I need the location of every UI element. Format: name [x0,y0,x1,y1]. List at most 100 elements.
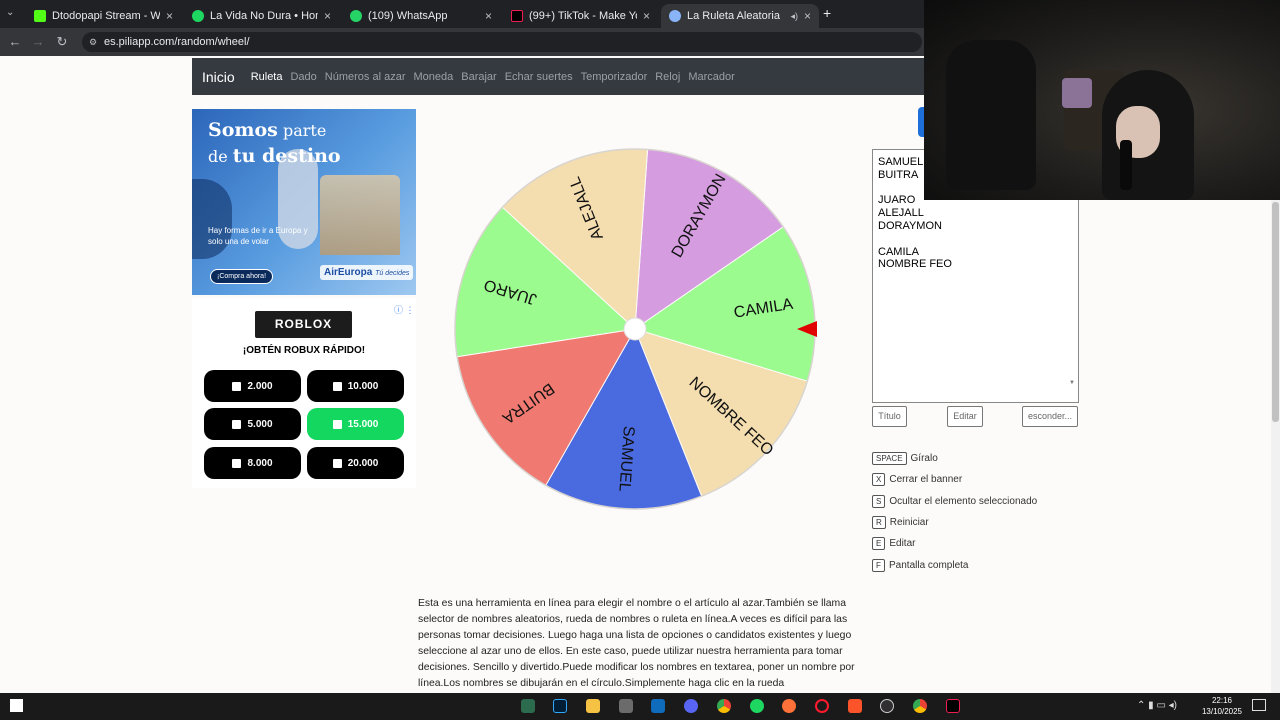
windows-taskbar: ⌃ ▮ ▭ ◂) 22:16 13/10/2025 [0,693,1280,720]
name-line: DORAYMON [878,219,942,232]
close-tab-icon[interactable]: × [804,9,811,23]
name-line: ALEJALL [878,207,924,220]
tiktok-icon [511,10,523,22]
speaker-icon[interactable]: ◂) [790,11,798,22]
tab-tiktok[interactable]: (99+) TikTok - Make Your Day × [503,4,658,28]
new-tab-icon[interactable]: + [823,5,831,21]
roblox-ad[interactable]: ⓘ ⋮ ROBLOX ¡OBTÉN ROBUX RÁPIDO! 2.000 10… [192,298,416,488]
tab-title: (109) WhatsApp [368,10,448,22]
url-bar[interactable]: ⚙ es.piliapp.com/random/wheel/ [82,32,922,52]
tiktok-app-icon[interactable] [946,699,960,713]
piliapp-icon [669,10,681,22]
shortcut-hide-selected: S Ocultar el elemento seleccionado [872,495,1037,508]
tab-spotify[interactable]: La Vida No Dura • Homie I, Dol × [184,4,339,28]
brave-app-icon[interactable] [848,699,862,713]
webcam-overlay [924,0,1280,200]
spotify-app-icon[interactable] [750,699,764,713]
robux-option-button[interactable]: 20.000 [307,447,404,479]
firefox-app-icon[interactable] [782,699,796,713]
robux-option-button[interactable]: 2.000 [204,370,301,402]
robux-icon [232,458,242,468]
nav-barajar[interactable]: Barajar [461,71,496,83]
robux-option-button[interactable]: 10.000 [307,370,404,402]
airline-ad[interactable]: Somos parte de tu destino Hay formas de … [192,109,416,295]
file-explorer-icon[interactable] [586,699,600,713]
tray-icons[interactable]: ⌃ ▮ ▭ ◂) [1137,700,1177,711]
calculator-app-icon[interactable] [619,699,633,713]
tab-list-icon[interactable]: ⌄ [6,7,14,18]
robux-icon [232,381,242,391]
back-icon[interactable]: ← [7,34,23,49]
page-scrollbar-thumb[interactable] [1272,202,1279,422]
robux-option-button[interactable]: 5.000 [204,408,301,440]
taskbar-clock[interactable]: 22:16 13/10/2025 [1200,695,1244,717]
tab-title: La Vida No Dura • Homie I, Dol [210,10,318,22]
ad-info-icon[interactable]: ⓘ ⋮ [394,303,415,316]
tab-ruleta[interactable]: La Ruleta Aleatoria ◂) × [661,4,819,28]
shortcut-label: Cerrar el banner [889,474,963,485]
nav-dado[interactable]: Dado [290,71,316,83]
tab-whatsapp[interactable]: (109) WhatsApp × [342,4,500,28]
robux-option-button[interactable]: 15.000 [307,408,404,440]
edit-button[interactable]: Editar [947,406,983,427]
reload-icon[interactable]: ↻ [54,34,70,50]
nav-moneda[interactable]: Moneda [413,71,453,83]
shortcut-fullscreen: F Pantalla completa [872,559,969,572]
hide-button[interactable]: esconder... [1022,406,1078,427]
whatsapp-icon [350,10,362,22]
nav-temporizador[interactable]: Temporizador [581,71,648,83]
shortcut-key: R [872,516,886,529]
home-link[interactable]: Inicio [202,69,235,85]
close-tab-icon[interactable]: × [485,9,492,23]
clock-time: 22:16 [1211,696,1233,705]
nav-ruleta[interactable]: Ruleta [251,71,283,83]
tab-kick[interactable]: Dtodopapi Stream - Watch Live × [26,4,181,28]
shortcut-key: X [872,473,886,486]
chrome-active-app-icon[interactable] [913,699,927,713]
shortcut-label: Ocultar el elemento seleccionado [889,496,1038,507]
nav-numeros[interactable]: Números al azar [325,71,406,83]
windows-start-icon[interactable] [10,699,23,712]
forward-icon[interactable]: → [30,34,46,49]
photoshop-app-icon[interactable] [553,699,567,713]
site-navbar: Inicio Ruleta Dado Números al azar Moned… [192,58,924,95]
nav-marcador[interactable]: Marcador [688,71,734,83]
ad-cta-button[interactable]: ¡Compra ahora! [210,269,274,284]
robux-icon [232,419,242,429]
site-info-icon[interactable]: ⚙ [89,32,97,52]
close-tab-icon[interactable]: × [324,9,331,23]
nav-reloj[interactable]: Reloj [655,71,680,83]
opera-app-icon[interactable] [815,699,829,713]
title-button[interactable]: Título [872,406,907,427]
notifications-icon[interactable] [1252,699,1266,711]
name-line [878,233,1073,246]
shortcut-label: Gíralo [910,453,938,464]
robux-icon [332,381,342,391]
shortcut-key: SPACE [872,452,907,465]
close-tab-icon[interactable]: × [166,9,173,23]
shortcut-spin: SPACE Gíralo [872,452,938,465]
chair-graphic [946,40,1036,190]
tool-description: Esta es una herramienta en línea para el… [418,598,855,689]
shortcut-label: Pantalla completa [889,560,969,571]
ad-body: Hay formas de ir a Europa y solo una de … [208,226,308,246]
decor-stickers-graphic [1062,78,1092,108]
ad-headline-line2: de tu destino [208,145,341,167]
name-wheel[interactable]: DORAYMONCAMILANOMBRE FEOSAMUELBUITRAJUAR… [450,145,820,515]
nav-echar-suertes[interactable]: Echar suertes [505,71,573,83]
robux-option-button[interactable]: 8.000 [204,447,301,479]
tab-title: Dtodopapi Stream - Watch Live [52,10,160,22]
shortcut-edit: E Editar [872,537,915,550]
obs-app-icon[interactable] [880,699,894,713]
terminal-app-icon[interactable] [521,699,535,713]
roblox-logo: ROBLOX [255,311,352,338]
outlook-app-icon[interactable] [651,699,665,713]
plane-seat-graphic [192,179,232,259]
textarea-scroll-arrow-icon[interactable]: ▼ [1069,377,1075,390]
chrome-app-icon[interactable] [717,699,731,713]
discord-app-icon[interactable] [684,699,698,713]
name-line: NOMBRE FEO [878,258,952,271]
close-tab-icon[interactable]: × [643,9,650,23]
shortcut-close-banner: X Cerrar el banner [872,473,962,486]
tab-title: La Ruleta Aleatoria [687,10,780,22]
